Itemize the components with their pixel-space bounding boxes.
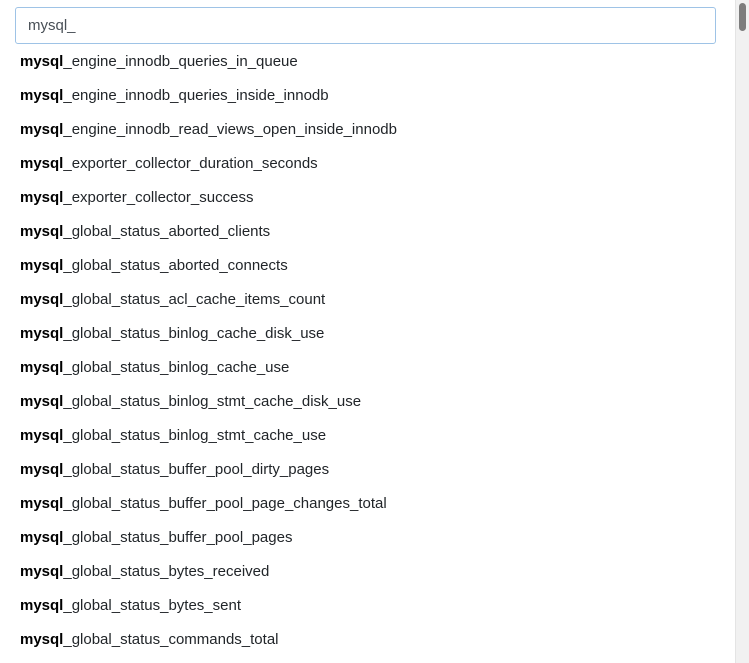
suggestion-item[interactable]: mysql_engine_innodb_read_views_open_insi… bbox=[0, 113, 732, 147]
suggestion-item[interactable]: mysql_global_status_buffer_pool_page_cha… bbox=[0, 487, 732, 521]
suggestion-item[interactable]: mysql_global_status_buffer_pool_pages bbox=[0, 521, 732, 555]
suggestion-item[interactable]: mysql_global_status_commands_total bbox=[0, 623, 732, 657]
suggestion-match-text: mysql bbox=[20, 495, 64, 512]
suggestion-item[interactable]: mysql_global_status_binlog_stmt_cache_di… bbox=[0, 385, 732, 419]
suggestion-match-text: mysql bbox=[20, 631, 64, 648]
suggestion-rest-text: _global_status_bytes_sent bbox=[63, 597, 241, 614]
suggestion-match-text: mysql bbox=[20, 155, 64, 172]
suggestion-item[interactable]: mysql_global_status_binlog_stmt_cache_us… bbox=[0, 419, 732, 453]
suggestion-match-text: mysql bbox=[20, 563, 64, 580]
suggestion-match-text: mysql bbox=[20, 53, 64, 70]
suggestion-rest-text: _global_status_bytes_received bbox=[63, 563, 270, 580]
suggestion-match-text: mysql bbox=[20, 325, 64, 342]
suggestion-match-text: mysql bbox=[20, 461, 64, 478]
scrollbar-thumb[interactable] bbox=[739, 3, 746, 31]
suggestion-rest-text: _global_status_commands_total bbox=[63, 631, 279, 648]
suggestion-item[interactable]: mysql_exporter_collector_success bbox=[0, 181, 732, 215]
suggestion-match-text: mysql bbox=[20, 291, 64, 308]
suggestion-item[interactable]: mysql_global_status_bytes_received bbox=[0, 555, 732, 589]
suggestion-rest-text: _global_status_buffer_pool_pages bbox=[63, 529, 293, 546]
suggestion-rest-text: _global_status_aborted_connects bbox=[63, 257, 288, 274]
search-input[interactable] bbox=[16, 8, 715, 43]
search-field bbox=[15, 7, 716, 44]
suggestion-rest-text: _engine_innodb_read_views_open_inside_in… bbox=[63, 121, 397, 138]
autocomplete-panel: mysql_engine_innodb_queries_in_queuemysq… bbox=[0, 0, 749, 663]
suggestion-rest-text: _global_status_binlog_stmt_cache_disk_us… bbox=[63, 393, 362, 410]
suggestion-list: mysql_engine_innodb_queries_in_queue mysq… bbox=[0, 45, 732, 657]
suggestion-item[interactable]: mysql_engine_innodb_queries_inside_innod… bbox=[0, 79, 732, 113]
suggestion-match-text: mysql bbox=[20, 87, 64, 104]
suggestion-rest-text: _exporter_collector_success bbox=[63, 189, 254, 206]
scrollbar[interactable] bbox=[735, 0, 749, 663]
suggestion-rest-text: _global_status_binlog_cache_use bbox=[63, 359, 290, 376]
suggestion-rest-text: _global_status_acl_cache_items_count bbox=[63, 291, 326, 308]
suggestion-item[interactable]: mysql_global_status_acl_cache_items_coun… bbox=[0, 283, 732, 317]
suggestion-match-text: mysql bbox=[20, 223, 64, 240]
suggestion-rest-text: _engine_innodb_queries_in_queue bbox=[63, 53, 298, 70]
suggestion-rest-text: _global_status_binlog_cache_disk_use bbox=[63, 325, 325, 342]
suggestion-match-text: mysql bbox=[20, 257, 64, 274]
suggestion-rest-text: _engine_innodb_queries_inside_innodb bbox=[63, 87, 329, 104]
suggestion-match-text: mysql bbox=[20, 121, 64, 138]
suggestion-match-text: mysql bbox=[20, 529, 64, 546]
suggestion-rest-text: _global_status_buffer_pool_dirty_pages bbox=[63, 461, 330, 478]
suggestion-match-text: mysql bbox=[20, 393, 64, 410]
suggestion-item[interactable]: mysql_exporter_collector_duration_second… bbox=[0, 147, 732, 181]
suggestion-match-text: mysql bbox=[20, 189, 64, 206]
suggestion-item[interactable]: mysql_global_status_buffer_pool_dirty_pa… bbox=[0, 453, 732, 487]
suggestion-match-text: mysql bbox=[20, 597, 64, 614]
suggestion-item[interactable]: mysql_global_status_bytes_sent bbox=[0, 589, 732, 623]
suggestion-rest-text: _global_status_buffer_pool_page_changes_… bbox=[63, 495, 387, 512]
suggestion-item[interactable]: mysql_global_status_aborted_clients bbox=[0, 215, 732, 249]
suggestion-item[interactable]: mysql_global_status_aborted_connects bbox=[0, 249, 732, 283]
suggestion-item[interactable]: mysql_global_status_binlog_cache_disk_us… bbox=[0, 317, 732, 351]
suggestion-rest-text: _global_status_aborted_clients bbox=[63, 223, 271, 240]
suggestion-rest-text: _global_status_binlog_stmt_cache_use bbox=[63, 427, 327, 444]
suggestion-match-text: mysql bbox=[20, 359, 64, 376]
suggestion-rest-text: _exporter_collector_duration_seconds bbox=[63, 155, 318, 172]
suggestion-item[interactable]: mysql_engine_innodb_queries_in_queue bbox=[0, 45, 732, 79]
suggestion-item[interactable]: mysql_global_status_binlog_cache_use bbox=[0, 351, 732, 385]
suggestion-match-text: mysql bbox=[20, 427, 64, 444]
